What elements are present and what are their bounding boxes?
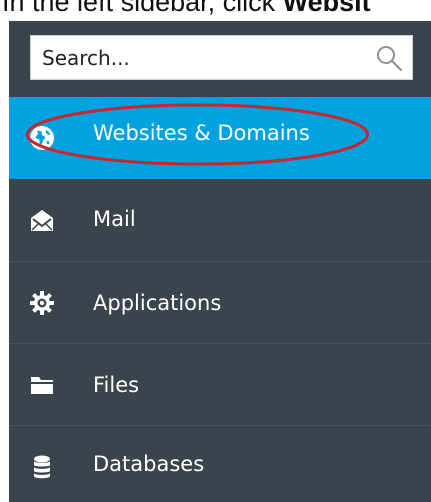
database-icon <box>34 455 50 479</box>
sidebar-item-websites-domains[interactable]: Websites & Domains <box>9 97 431 179</box>
caption-bold-text: Websit <box>282 0 371 17</box>
left-sidebar: Search... Websites & Domains Mail Applic… <box>9 21 431 502</box>
instruction-caption: In the left sidebar, click Websit <box>2 0 431 20</box>
sidebar-item-label: Files <box>93 373 140 397</box>
search-placeholder: Search... <box>42 46 130 70</box>
sidebar-item-label: Websites & Domains <box>93 121 310 145</box>
sidebar-item-label: Applications <box>93 291 222 315</box>
gear-icon <box>30 291 54 315</box>
folder-icon <box>31 377 53 394</box>
search-icon[interactable] <box>375 44 403 72</box>
search-input[interactable]: Search... <box>30 35 413 80</box>
envelope-icon <box>31 210 53 231</box>
sidebar-item-databases[interactable]: Databases <box>9 426 431 502</box>
sidebar-item-applications[interactable]: Applications <box>9 262 431 344</box>
globe-icon <box>30 126 54 150</box>
sidebar-item-files[interactable]: Files <box>9 344 431 426</box>
screenshot-frame: In the left sidebar, click Websit Search… <box>0 0 431 502</box>
sidebar-item-label: Databases <box>93 452 205 476</box>
sidebar-item-label: Mail <box>93 207 136 231</box>
sidebar-item-mail[interactable]: Mail <box>9 180 431 262</box>
caption-text: In the left sidebar, click <box>2 0 283 17</box>
